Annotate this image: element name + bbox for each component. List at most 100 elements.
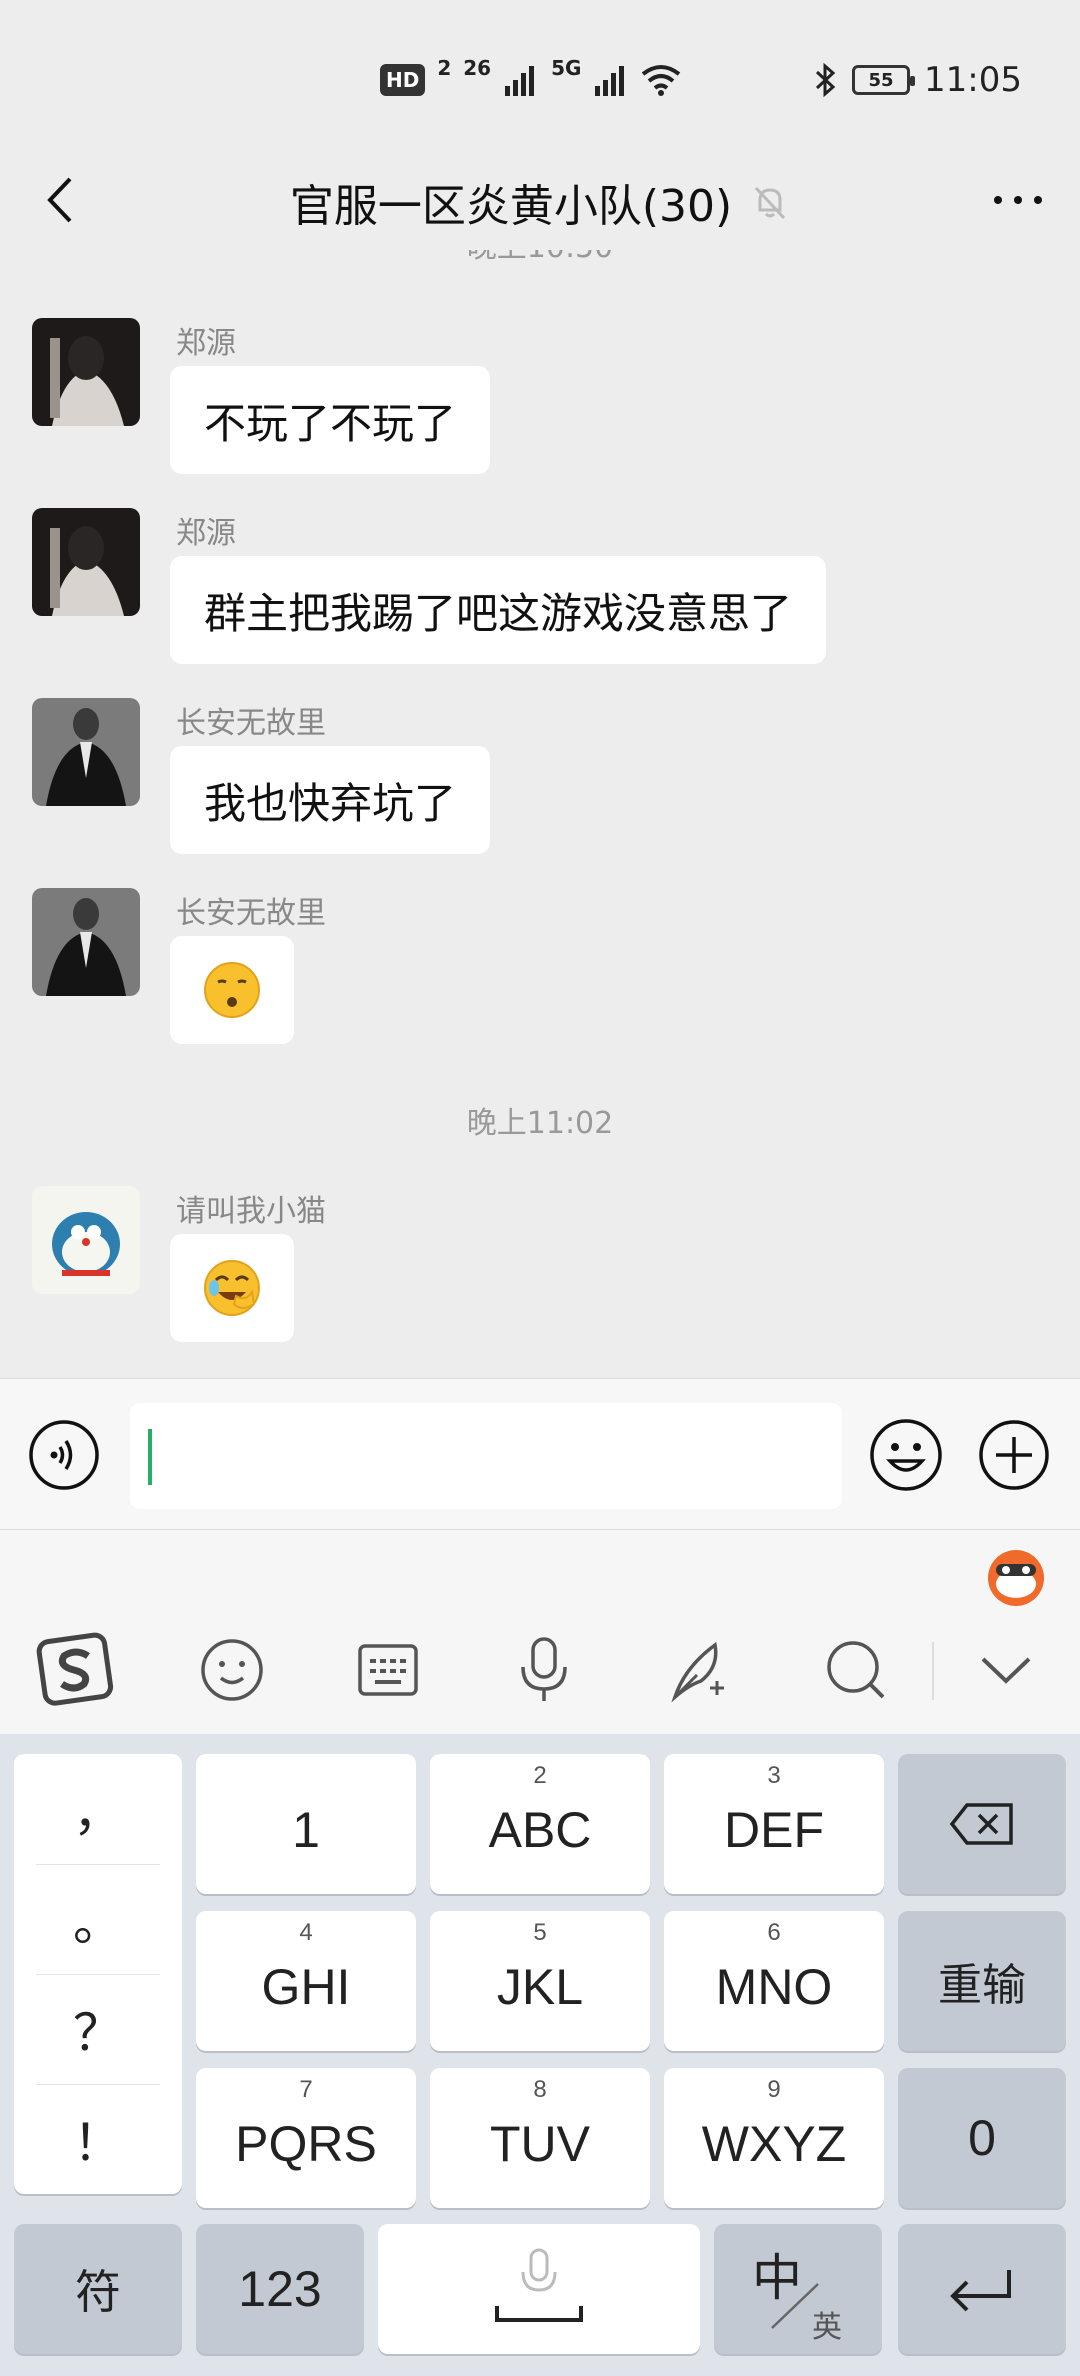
symbol-key[interactable]: 符: [14, 2224, 182, 2354]
emoji-panel-button[interactable]: [192, 1630, 272, 1710]
message-bubble[interactable]: [170, 1234, 294, 1342]
key-label: DEF: [724, 1802, 824, 1858]
avatar[interactable]: [32, 1186, 140, 1294]
keyboard-layout-button[interactable]: [348, 1630, 428, 1710]
chat-title: 官服一区炎黄小队(30): [0, 170, 1080, 234]
handwriting-button[interactable]: [660, 1630, 740, 1710]
status-bar: HD 2 26 5G 55 11:05: [0, 0, 1080, 150]
message-bubble[interactable]: 我也快弃坑了: [170, 746, 491, 854]
text-caret: [148, 1429, 152, 1485]
space-key[interactable]: [378, 2224, 700, 2354]
input-bar: [0, 1378, 1080, 1530]
slash-icon: [771, 2283, 819, 2329]
key-9[interactable]: 9 WXYZ: [664, 2068, 884, 2208]
key-label: 1: [292, 1802, 320, 1858]
key-8[interactable]: 8 TUV: [430, 2068, 650, 2208]
voice-button[interactable]: [28, 1419, 100, 1491]
voice-icon: [29, 1420, 99, 1490]
quill-icon: [671, 1641, 724, 1703]
signal-label-1: 26: [463, 56, 492, 80]
sogou-logo-icon: [36, 1632, 114, 1706]
key-5[interactable]: 5 JKL: [430, 1911, 650, 2051]
keyboard: ， 。 ？ ！ 1 2 ABC 3 DEF 4 GHI 5 JKL 6 MNO: [0, 1734, 1080, 2376]
punctuation-column[interactable]: ， 。 ？ ！: [14, 1754, 182, 2194]
avatar[interactable]: [32, 508, 140, 616]
more-icon: [994, 196, 1042, 204]
chevron-down-icon: [981, 1657, 1031, 1684]
key-6[interactable]: 6 MNO: [664, 1911, 884, 2051]
punct-key-exclaim[interactable]: ！: [14, 2084, 182, 2194]
signal-icon: [505, 66, 535, 96]
key-label: ABC: [488, 1802, 592, 1858]
message-input[interactable]: [130, 1403, 842, 1509]
sender-name: 长安无故里: [176, 706, 326, 741]
wifi-icon: [642, 65, 681, 96]
key-0[interactable]: 0: [898, 2068, 1066, 2208]
key-sub: 6: [767, 1919, 781, 1946]
key-sub: 5: [533, 1919, 547, 1946]
message-bubble[interactable]: 不玩了不玩了: [170, 366, 491, 474]
toolbar-divider: [932, 1642, 934, 1700]
key-1[interactable]: 1: [196, 1754, 416, 1894]
sogou-logo-button[interactable]: [36, 1630, 116, 1710]
avatar[interactable]: [32, 698, 140, 806]
key-label: TUV: [490, 2116, 590, 2172]
key-label: WXYZ: [701, 2116, 847, 2172]
keyboard-toolbar: [0, 1530, 1080, 1734]
message-list[interactable]: 晚上10:50 郑源 不玩了不玩了 郑源 群主把我踢了吧这游戏没意思了: [0, 250, 1080, 1378]
hd-sub: 2: [437, 56, 452, 80]
key-4[interactable]: 4 GHI: [196, 1911, 416, 2051]
enter-icon: [950, 2270, 1011, 2312]
sender-name: 郑源: [176, 516, 236, 551]
signal-icon: [595, 66, 625, 96]
language-switch-key[interactable]: 中 英: [714, 2224, 882, 2354]
sender-name: 郑源: [176, 326, 236, 361]
key-sub: 9: [767, 2076, 781, 2103]
number-key[interactable]: 123: [196, 2224, 364, 2354]
key-7[interactable]: 7 PQRS: [196, 2068, 416, 2208]
avatar[interactable]: [32, 888, 140, 996]
collapse-keyboard-button[interactable]: [966, 1630, 1046, 1710]
punct-key-comma[interactable]: ，: [14, 1754, 182, 1864]
punct-key-question[interactable]: ？: [14, 1974, 182, 2084]
time-separator: 晚上10:50: [0, 250, 1080, 266]
key-sub: 8: [533, 2076, 547, 2103]
key-3[interactable]: 3 DEF: [664, 1754, 884, 1894]
hd-badge: HD: [380, 64, 426, 96]
punct-key-period[interactable]: 。: [14, 1864, 182, 1974]
space-mic-icon: [495, 2248, 583, 2322]
key-sub: 2: [533, 1762, 547, 1789]
mute-bell-icon: [755, 186, 786, 220]
message-bubble[interactable]: 群主把我踢了吧这游戏没意思了: [170, 556, 827, 664]
lang-sub: 英: [812, 2311, 842, 2344]
backspace-icon: [949, 1803, 1013, 1845]
smiley-icon: [201, 1639, 263, 1701]
key-sub: 7: [299, 2076, 313, 2103]
status-left: HD 2 26 5G: [380, 56, 681, 104]
search-button[interactable]: [816, 1630, 896, 1710]
plus-button[interactable]: [978, 1419, 1050, 1491]
more-button[interactable]: [986, 168, 1050, 232]
mascot-icon[interactable]: [982, 1542, 1050, 1610]
battery-level: 55: [868, 69, 894, 91]
key-label: JKL: [496, 1959, 584, 2015]
emoji-button[interactable]: [868, 1417, 944, 1493]
smiley-icon: [870, 1419, 942, 1491]
group-name: 官服一区炎黄小队(30): [289, 181, 733, 232]
avatar[interactable]: [32, 318, 140, 426]
key-2[interactable]: 2 ABC: [430, 1754, 650, 1894]
bluetooth-icon: [815, 62, 836, 98]
keyboard-icon: [358, 1644, 418, 1696]
backspace-key[interactable]: [898, 1754, 1066, 1894]
status-right: 55 11:05: [814, 56, 1022, 104]
voice-input-button[interactable]: [504, 1630, 584, 1710]
search-icon: [827, 1641, 885, 1699]
plus-icon: [979, 1420, 1049, 1490]
message-bubble[interactable]: [170, 936, 294, 1044]
key-sub: 3: [767, 1762, 781, 1789]
enter-key[interactable]: [898, 2224, 1066, 2354]
signal-label-2: 5G: [551, 56, 582, 80]
key-label: GHI: [261, 1959, 351, 2015]
reset-key[interactable]: 重输: [898, 1911, 1066, 2051]
key-label: PQRS: [235, 2116, 377, 2172]
